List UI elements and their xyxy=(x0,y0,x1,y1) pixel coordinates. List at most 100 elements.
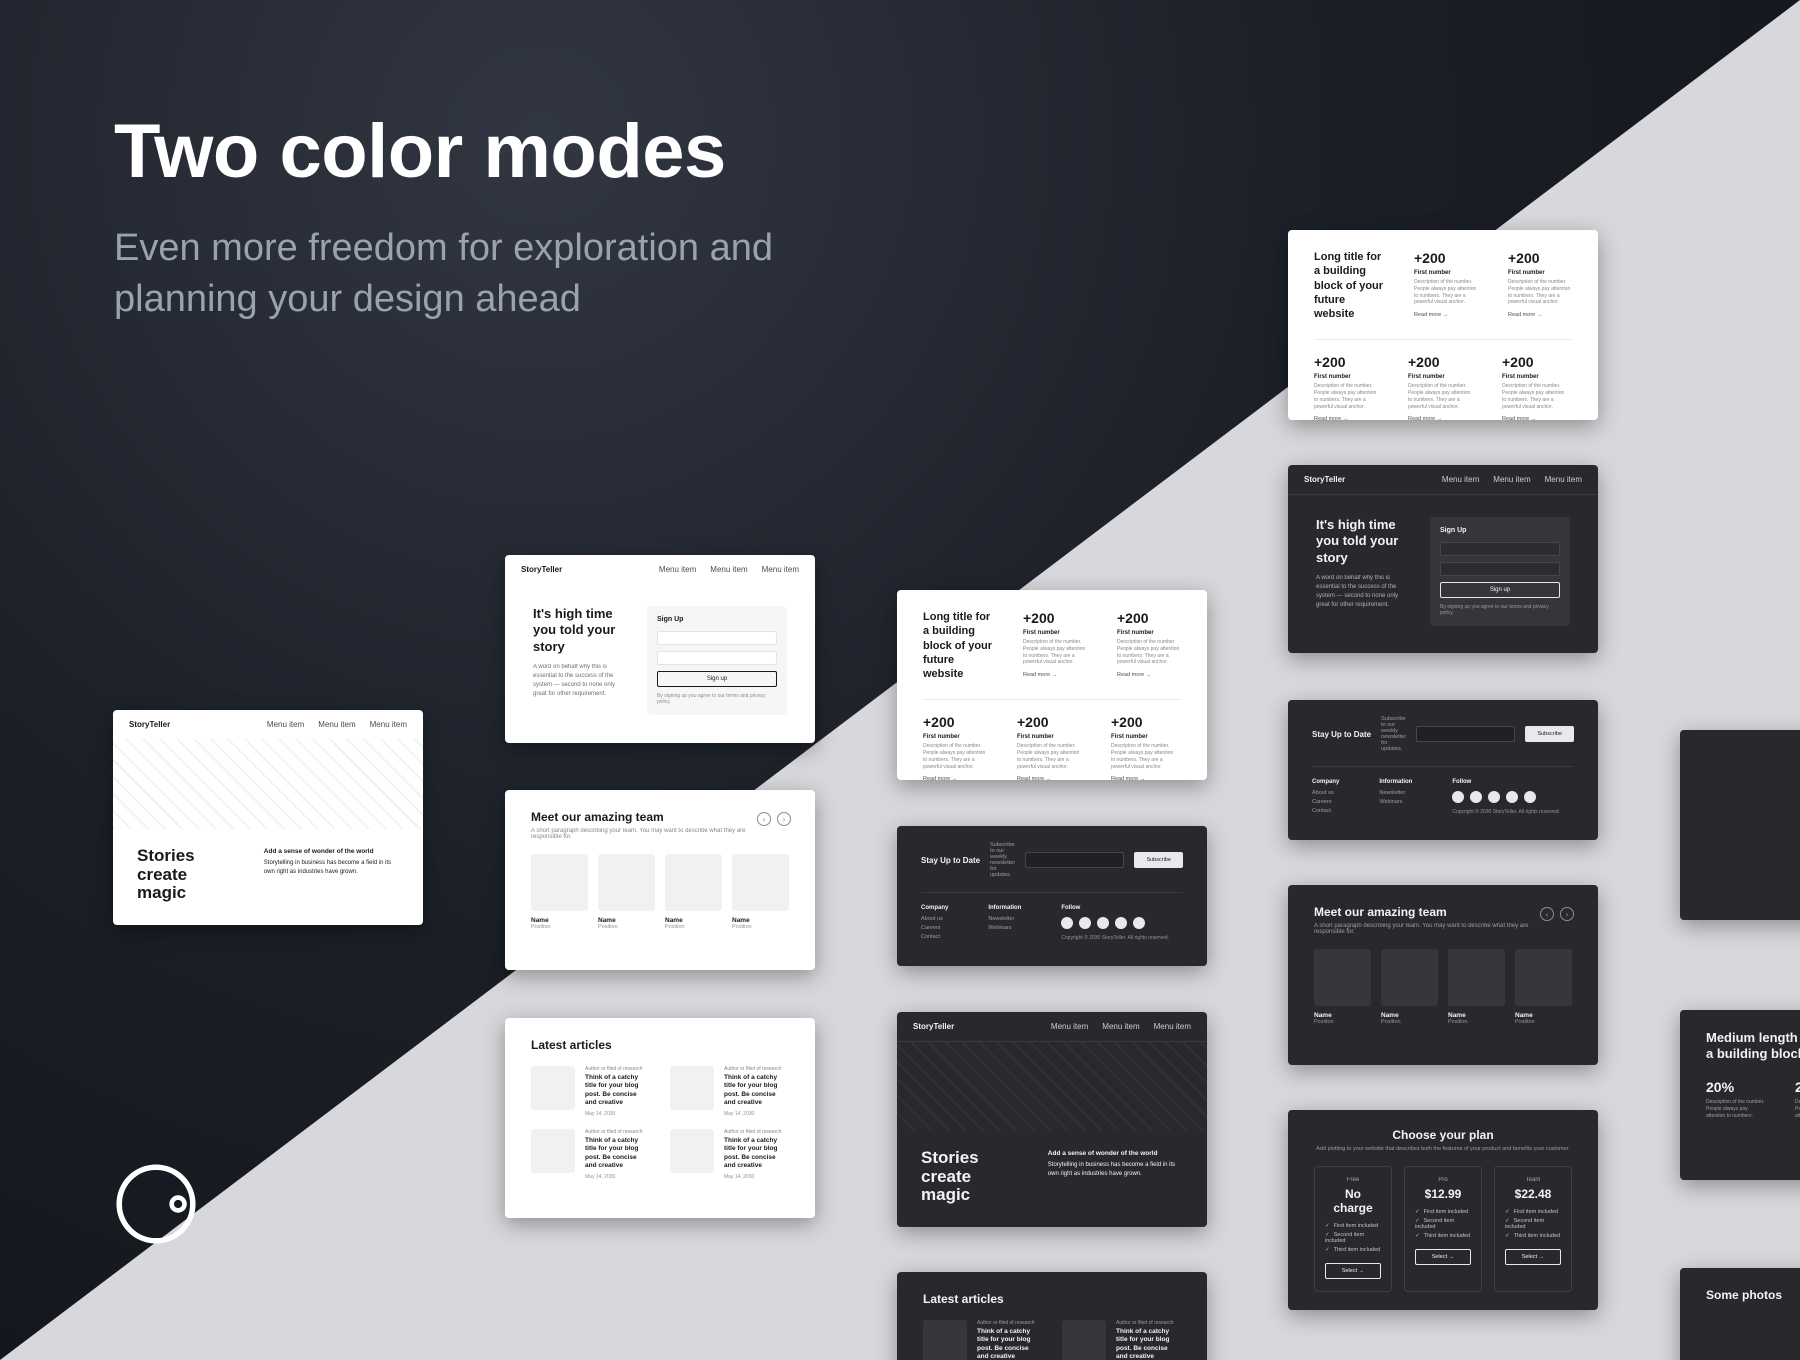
footer-link[interactable]: Contact xyxy=(921,934,948,940)
nav-item[interactable]: Menu item xyxy=(1102,1022,1139,1031)
email-input[interactable] xyxy=(1025,852,1124,868)
footer-link[interactable]: Webinars xyxy=(1379,799,1412,805)
social-dribbble-icon[interactable] xyxy=(1506,791,1518,803)
plan-feature: First item included xyxy=(1325,1223,1381,1229)
nav-item[interactable]: Menu item xyxy=(370,720,407,729)
card-signup-light: StoryTellerMenu itemMenu itemMenu item I… xyxy=(505,555,815,743)
footer-link[interactable]: About us xyxy=(921,916,948,922)
subscribe-button[interactable]: Subscribe xyxy=(1525,726,1574,742)
signup-button[interactable]: Sign up xyxy=(657,671,777,687)
social-twitter-icon[interactable] xyxy=(1452,791,1464,803)
card-plans-dark: Choose your plan Add plotting to your we… xyxy=(1288,1110,1598,1310)
prev-icon[interactable]: ‹ xyxy=(757,812,771,826)
member-role: Position xyxy=(598,924,655,930)
stat-value: +200 xyxy=(1414,250,1478,266)
social-pinterest-icon[interactable] xyxy=(1524,791,1536,803)
stat-more[interactable]: Read more → xyxy=(1314,416,1378,420)
subscribe-button[interactable]: Subscribe xyxy=(1134,852,1183,868)
stat-more[interactable]: Read more → xyxy=(1502,416,1566,420)
hero-sub: Storytelling in business has become a fi… xyxy=(264,860,391,875)
plan-feature: Second item included xyxy=(1325,1232,1381,1244)
plan-tag: Free xyxy=(1325,1177,1381,1183)
nav-item[interactable]: Menu item xyxy=(710,565,747,574)
social-facebook-icon[interactable] xyxy=(1079,917,1091,929)
nav-item[interactable]: Menu item xyxy=(1545,475,1582,484)
select-plan-button[interactable]: Select → xyxy=(1505,1249,1561,1265)
footer-link[interactable]: Careers xyxy=(921,925,948,931)
article-title[interactable]: Think of a catchy title for your blog po… xyxy=(1116,1328,1181,1360)
stat-more[interactable]: Read more → xyxy=(1408,416,1472,420)
footer-link[interactable]: Newsletter xyxy=(1379,790,1412,796)
name-field[interactable] xyxy=(657,631,777,645)
plans-sub: Add plotting to your website that descri… xyxy=(1314,1146,1572,1152)
next-icon[interactable]: › xyxy=(1560,907,1574,921)
article-title[interactable]: Think of a catchy title for your blog po… xyxy=(724,1137,789,1171)
footer-link[interactable]: Webinars xyxy=(988,925,1021,931)
hero-title: Stories create magic xyxy=(137,847,238,903)
card-articles-dark: Latest articles Author or filed of resea… xyxy=(897,1272,1207,1360)
email-field[interactable] xyxy=(1440,562,1560,576)
email-input[interactable] xyxy=(1416,726,1515,742)
plan-feature: First item included xyxy=(1415,1209,1471,1215)
footer-link[interactable]: About us xyxy=(1312,790,1339,796)
thumb xyxy=(1062,1320,1106,1360)
articles-title: Latest articles xyxy=(923,1292,1181,1306)
footer-title: Stay Up to Date xyxy=(921,856,980,865)
stat-label: First number xyxy=(1508,270,1572,276)
footer-link[interactable]: Careers xyxy=(1312,799,1339,805)
nav-item[interactable]: Menu item xyxy=(1154,1022,1191,1031)
stats-title: Long title for a building block of your … xyxy=(923,610,993,681)
avatar xyxy=(1381,949,1438,1006)
article-title[interactable]: Think of a catchy title for your blog po… xyxy=(977,1328,1042,1360)
nav-item[interactable]: Menu item xyxy=(267,720,304,729)
member-role: Position xyxy=(732,924,789,930)
avatar xyxy=(732,854,789,911)
stat-more[interactable]: Read more → xyxy=(1017,776,1081,780)
stat-more[interactable]: Read more → xyxy=(1111,776,1175,780)
select-plan-button[interactable]: Select → xyxy=(1415,1249,1471,1265)
social-dribbble-icon[interactable] xyxy=(1115,917,1127,929)
email-field[interactable] xyxy=(657,651,777,665)
card-footer-dark-2: Stay Up to Date Subscribe to our weekly … xyxy=(1288,700,1598,840)
team-title: Meet our amazing team xyxy=(1314,905,1572,919)
plan-feature: Third item included xyxy=(1415,1233,1471,1239)
nav-item[interactable]: Menu item xyxy=(1442,475,1479,484)
name-field[interactable] xyxy=(1440,542,1560,556)
article-title[interactable]: Think of a catchy title for your blog po… xyxy=(585,1137,650,1171)
avatar xyxy=(531,854,588,911)
next-icon[interactable]: › xyxy=(777,812,791,826)
team-sub: A short paragraph describing your team. … xyxy=(531,828,751,840)
stat-value: +200 xyxy=(1408,354,1472,370)
stat-more[interactable]: Read more → xyxy=(1508,312,1572,318)
social-facebook-icon[interactable] xyxy=(1470,791,1482,803)
stat-label: First number xyxy=(1023,630,1087,636)
select-plan-button[interactable]: Select → xyxy=(1325,1263,1381,1279)
social-instagram-icon[interactable] xyxy=(1488,791,1500,803)
footer-title: Stay Up to Date xyxy=(1312,730,1371,739)
nav-item[interactable]: Menu item xyxy=(762,565,799,574)
nav-item[interactable]: Menu item xyxy=(1493,475,1530,484)
stat-more[interactable]: Read more → xyxy=(1023,672,1087,678)
nav-item[interactable]: Menu item xyxy=(318,720,355,729)
prev-icon[interactable]: ‹ xyxy=(1540,907,1554,921)
nav-item[interactable]: Menu item xyxy=(1051,1022,1088,1031)
articles-title: Latest articles xyxy=(531,1038,789,1052)
member-name: Name xyxy=(531,917,588,924)
social-pinterest-icon[interactable] xyxy=(1133,917,1145,929)
member-name: Name xyxy=(1314,1012,1371,1019)
article-title[interactable]: Think of a catchy title for your blog po… xyxy=(724,1074,789,1108)
social-twitter-icon[interactable] xyxy=(1061,917,1073,929)
nav-item[interactable]: Menu item xyxy=(659,565,696,574)
social-instagram-icon[interactable] xyxy=(1097,917,1109,929)
article-title[interactable]: Think of a catchy title for your blog po… xyxy=(585,1074,650,1108)
stat-more[interactable]: Read more → xyxy=(923,776,987,780)
signup-button[interactable]: Sign up xyxy=(1440,582,1560,598)
stat-more[interactable]: Read more → xyxy=(1414,312,1478,318)
footer-link[interactable]: Contact xyxy=(1312,808,1339,814)
thumb xyxy=(923,1320,967,1360)
stat-more[interactable]: Read more → xyxy=(1117,672,1181,678)
footer-link[interactable]: Newsletter xyxy=(988,916,1021,922)
article-meta: Author or filed of research xyxy=(585,1129,650,1135)
stat-label: First number xyxy=(1502,374,1566,380)
plan-card: Pro$12.99First item includedSecond item … xyxy=(1404,1166,1482,1292)
